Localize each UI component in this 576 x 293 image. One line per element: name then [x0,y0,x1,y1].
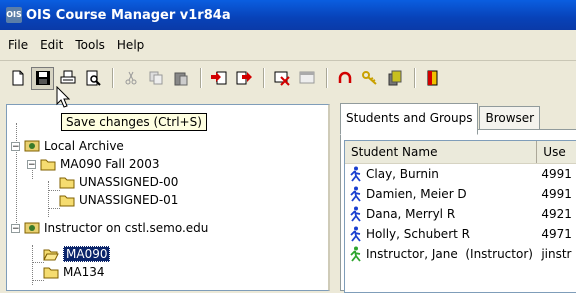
app-icon: OIS [6,7,22,23]
table-header: Student Name Use [345,141,576,164]
print-preview-icon [86,70,101,86]
tooltip: Save changes (Ctrl+S) [61,113,207,131]
archive-icon [24,140,40,152]
paste-icon [174,72,187,86]
toolbar [0,62,576,94]
floppy-disk-icon [35,71,50,85]
mouse-cursor [56,85,71,111]
exit-button[interactable] [421,67,444,90]
tree-node-label: MA090 [63,246,111,262]
column-header-user[interactable]: Use [537,141,576,163]
tree-node-unassigned-01[interactable]: UNASSIGNED-01 [59,191,178,209]
user-id: 4991 [541,187,572,201]
students-table: Student Name Use Clay, Burnin 4991 Damie… [344,140,576,293]
student-icon [350,166,361,182]
table-row[interactable]: Damien, Meier D 4991 [345,184,576,204]
import-button[interactable] [207,67,230,90]
collapse-icon[interactable]: − [11,223,20,233]
folder-icon [43,267,59,279]
save-button[interactable] [31,66,54,90]
student-name: Dana, Merryl R [366,207,456,221]
student-icon [350,226,361,242]
table-row[interactable]: Clay, Burnin 4991 [345,164,576,184]
properties-icon [299,71,314,84]
table-row[interactable]: Dana, Merryl R 4921 [345,204,576,224]
user-id: jinstr [541,247,572,261]
toolbar-separator [263,68,264,88]
tree-node-label: Local Archive [44,139,124,153]
key-button[interactable] [358,67,381,90]
undo-arrow-icon [338,71,351,83]
collapse-icon[interactable]: − [27,159,36,169]
tree-node-local-archive[interactable]: − Local Archive [11,137,124,155]
print-preview-button[interactable] [81,67,104,90]
toolbar-separator [200,68,201,88]
database-icon [388,70,401,86]
properties-button[interactable] [295,67,318,90]
toolbar-separator [326,68,327,88]
folder-icon [40,159,56,171]
student-name: Damien, Meier D [366,187,467,201]
export-button[interactable] [232,67,255,90]
collapse-icon[interactable]: − [11,141,20,151]
title-bar: OIS OIS Course Manager v1r84a [0,0,576,30]
server-icon [24,222,40,234]
student-name: Holly, Schubert R [366,227,470,241]
menu-file[interactable]: File [0,38,34,52]
toolbar-separator [112,68,113,88]
scissors-icon [125,71,136,85]
user-id: 4971 [541,227,572,241]
student-icon [350,186,361,202]
user-id: 4991 [541,167,572,181]
delete-icon [274,71,290,86]
student-name: Clay, Burnin [366,167,439,181]
menu-help[interactable]: Help [111,38,150,52]
tree-node-ma090-fall-2003[interactable]: − MA090 Fall 2003 [27,155,159,173]
paste-button[interactable] [169,67,192,90]
tree-node-label: Instructor on cstl.semo.edu [44,221,209,235]
open-folder-icon [43,249,59,261]
folder-icon [59,195,75,207]
tab-strip: Students and Groups Browser [340,103,541,135]
menu-bar: File Edit Tools Help [0,30,576,61]
export-icon [236,71,252,85]
exit-door-icon [427,70,437,86]
folder-icon [59,177,75,189]
tree-node-ma090[interactable]: MA090 [43,245,111,263]
tree-node-ma134[interactable]: MA134 [43,263,104,281]
new-button[interactable] [6,67,29,90]
copy-icon [149,71,162,85]
copy-button[interactable] [144,67,167,90]
student-name: Instructor, Jane (Instructor) [366,247,533,261]
tree-node-label: MA134 [63,265,105,279]
import-icon [210,71,226,85]
tab-students-and-groups[interactable]: Students and Groups [340,103,479,135]
menu-edit[interactable]: Edit [34,38,69,52]
printer-icon [60,70,75,84]
menu-tools[interactable]: Tools [69,38,111,52]
user-id: 4921 [541,207,572,221]
student-icon [350,206,361,222]
tree-node-label: MA090 Fall 2003 [60,157,160,171]
archive-tree: − Local Archive − MA090 Fall 2003 UNASSI… [6,104,330,291]
arrow-cursor-icon [56,85,71,108]
window-title: OIS Course Manager v1r84a [26,7,231,23]
new-file-icon [12,70,23,86]
instructor-icon [350,246,361,262]
tab-browser[interactable]: Browser [479,106,541,131]
tree-node-label: UNASSIGNED-00 [79,175,179,189]
delete-button[interactable] [270,67,293,90]
database-button[interactable] [383,67,406,90]
cut-button[interactable] [119,67,142,90]
toolbar-separator [414,68,415,88]
tree-node-unassigned-00[interactable]: UNASSIGNED-00 [59,173,178,191]
tree-node-instructor-server[interactable]: − Instructor on cstl.semo.edu [11,219,208,237]
table-row[interactable]: Holly, Schubert R 4971 [345,224,576,244]
tree-node-label: UNASSIGNED-01 [79,193,179,207]
column-header-student-name[interactable]: Student Name [345,141,538,163]
key-icon [361,71,377,85]
undo-button[interactable] [333,67,356,90]
table-row[interactable]: Instructor, Jane (Instructor) jinstr [345,244,576,264]
